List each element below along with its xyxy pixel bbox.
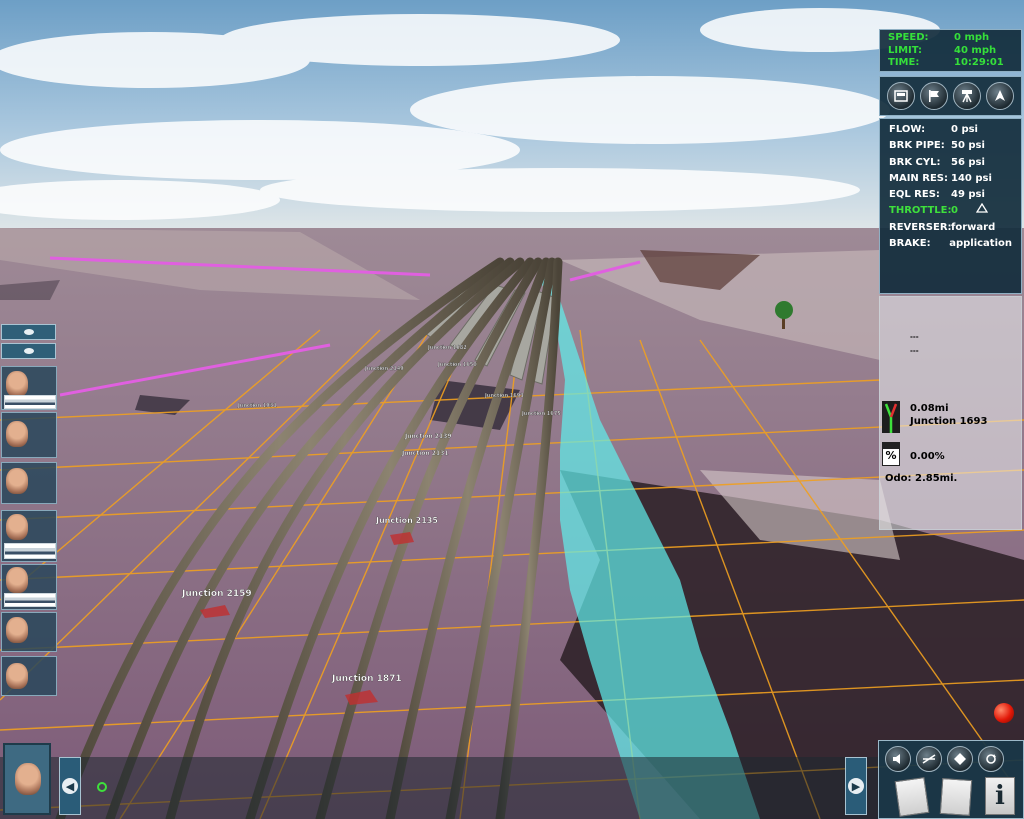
time-label: TIME: <box>888 57 920 68</box>
scroll-up-button[interactable] <box>1 324 56 340</box>
odometer: Odo: 2.85mi. <box>885 473 958 484</box>
brake-pipe-value: 50 psi <box>951 140 985 152</box>
consist-car-7[interactable] <box>1 656 57 696</box>
status-indicator-icon <box>97 782 107 792</box>
flow-value: 0 psi <box>951 124 978 135</box>
scroll-left-button[interactable]: ◀ <box>59 757 81 815</box>
scroll-down-button[interactable] <box>1 343 56 359</box>
flow-label: FLOW: <box>889 124 926 135</box>
brake-cylinder-value: 56 psi <box>951 156 985 168</box>
diamond-icon[interactable] <box>947 746 973 772</box>
junction-label[interactable]: Junction 2149 <box>364 366 405 372</box>
throttle-warning-icon <box>975 203 989 219</box>
consist-car-4[interactable] <box>1 510 57 562</box>
junction-label[interactable]: Junction 1693 <box>484 393 525 399</box>
limit-label: LIMIT: <box>888 44 923 56</box>
crew-portrait <box>6 567 28 593</box>
next-junction-distance: 0.08mi <box>910 403 949 414</box>
equalizing-reservoir-label: EQL RES: <box>889 189 940 201</box>
compass-icon[interactable] <box>986 82 1015 110</box>
throttle-label: THROTTLE: <box>889 205 952 217</box>
crew-portrait <box>6 663 28 689</box>
consist-car-2[interactable] <box>1 412 57 458</box>
system-panel: i <box>878 740 1024 819</box>
flag-icon[interactable] <box>919 82 948 110</box>
junction-label[interactable]: Junction 2131 <box>401 450 449 457</box>
world-view[interactable]: Junction 2159 Junction 1871 Junction 213… <box>0 0 1024 819</box>
junction-switch-icon <box>882 401 900 433</box>
equalizing-reservoir-value: 49 psi <box>951 189 985 201</box>
orders-document-icon[interactable] <box>939 777 973 817</box>
consist-car-3[interactable] <box>1 462 57 504</box>
grade-value: 0.00% <box>910 451 945 462</box>
time-value: 10:29:01 <box>954 57 1004 68</box>
junction-label[interactable]: Junction 1871 <box>331 674 402 684</box>
cab-view-icon[interactable] <box>886 82 915 110</box>
main-reservoir-value: 140 psi <box>951 172 992 184</box>
brake-label: BRAKE: <box>889 238 931 250</box>
grade-icon: % <box>882 442 900 466</box>
crew-portrait <box>6 514 28 540</box>
junction-label[interactable]: Junction 1675 <box>521 411 562 417</box>
brake-cylinder-label: BRK CYL: <box>889 156 941 168</box>
speed-readout-panel: SPEED: 0 mph LIMIT: 40 mph TIME: 10:29:01 <box>879 29 1022 72</box>
junction-label[interactable]: Junction 2135 <box>375 516 439 525</box>
scroll-right-button[interactable]: ▶ <box>845 757 867 815</box>
train-status-panel: FLOW: 0 psi BRK PIPE: 50 psi BRK CYL: 56 ps… <box>879 118 1022 294</box>
bottom-toolbar <box>0 757 878 819</box>
consist-car-1[interactable] <box>1 366 57 410</box>
driver-portrait[interactable] <box>3 743 51 815</box>
task-list-icon[interactable] <box>894 777 930 817</box>
info-icon[interactable]: i <box>985 777 1015 815</box>
engineer-face <box>15 763 41 795</box>
arrow-left-icon: ◀ <box>62 778 78 794</box>
locomotive-thumbnail <box>4 395 56 409</box>
next-junction-name: Junction 1693 <box>910 416 988 427</box>
reverser-value: forward <box>951 221 996 233</box>
track-switch-icon[interactable] <box>916 746 942 772</box>
eye-icon <box>23 348 34 354</box>
locomotive-thumbnail <box>4 593 56 607</box>
speaker-icon[interactable] <box>885 746 911 772</box>
junction-label[interactable]: Junction 2159 <box>181 589 252 599</box>
crew-portrait <box>6 371 28 397</box>
track-info-panel: --- --- 0.08mi Junction 1693 % 0.00% Odo… <box>879 296 1022 530</box>
consist-car-6[interactable] <box>1 612 57 652</box>
junction-label[interactable]: Junction 1650 <box>437 362 478 368</box>
speed-label: SPEED: <box>888 32 929 43</box>
rotate-camera-icon[interactable] <box>978 746 1004 772</box>
junction-label[interactable]: Junction 1931 <box>237 403 278 409</box>
signal-dash-2: --- <box>910 347 919 355</box>
brake-pipe-label: BRK PIPE: <box>889 140 945 152</box>
speed-value: 0 mph <box>954 32 990 43</box>
consist-car-5[interactable] <box>1 564 57 610</box>
main-reservoir-label: MAIN RES: <box>889 172 948 184</box>
alert-light-icon[interactable] <box>994 703 1014 723</box>
arrow-right-icon: ▶ <box>848 778 864 794</box>
limit-value: 40 mph <box>954 44 997 56</box>
locomotive-thumbnail <box>4 543 56 559</box>
crew-portrait <box>6 468 28 494</box>
signal-dash-1: --- <box>910 333 919 341</box>
crew-portrait <box>6 421 28 447</box>
junction-label[interactable]: Junction 2139 <box>404 433 452 440</box>
eye-icon <box>23 329 34 335</box>
junction-label[interactable]: Junction 1682 <box>427 345 468 351</box>
reverser-label: REVERSER: <box>889 221 952 233</box>
crew-portrait <box>6 617 28 643</box>
throttle-value: 0 <box>951 205 958 217</box>
camera-toolbar <box>879 76 1022 116</box>
tripod-camera-icon[interactable] <box>953 82 982 110</box>
brake-value: application <box>949 238 1012 250</box>
